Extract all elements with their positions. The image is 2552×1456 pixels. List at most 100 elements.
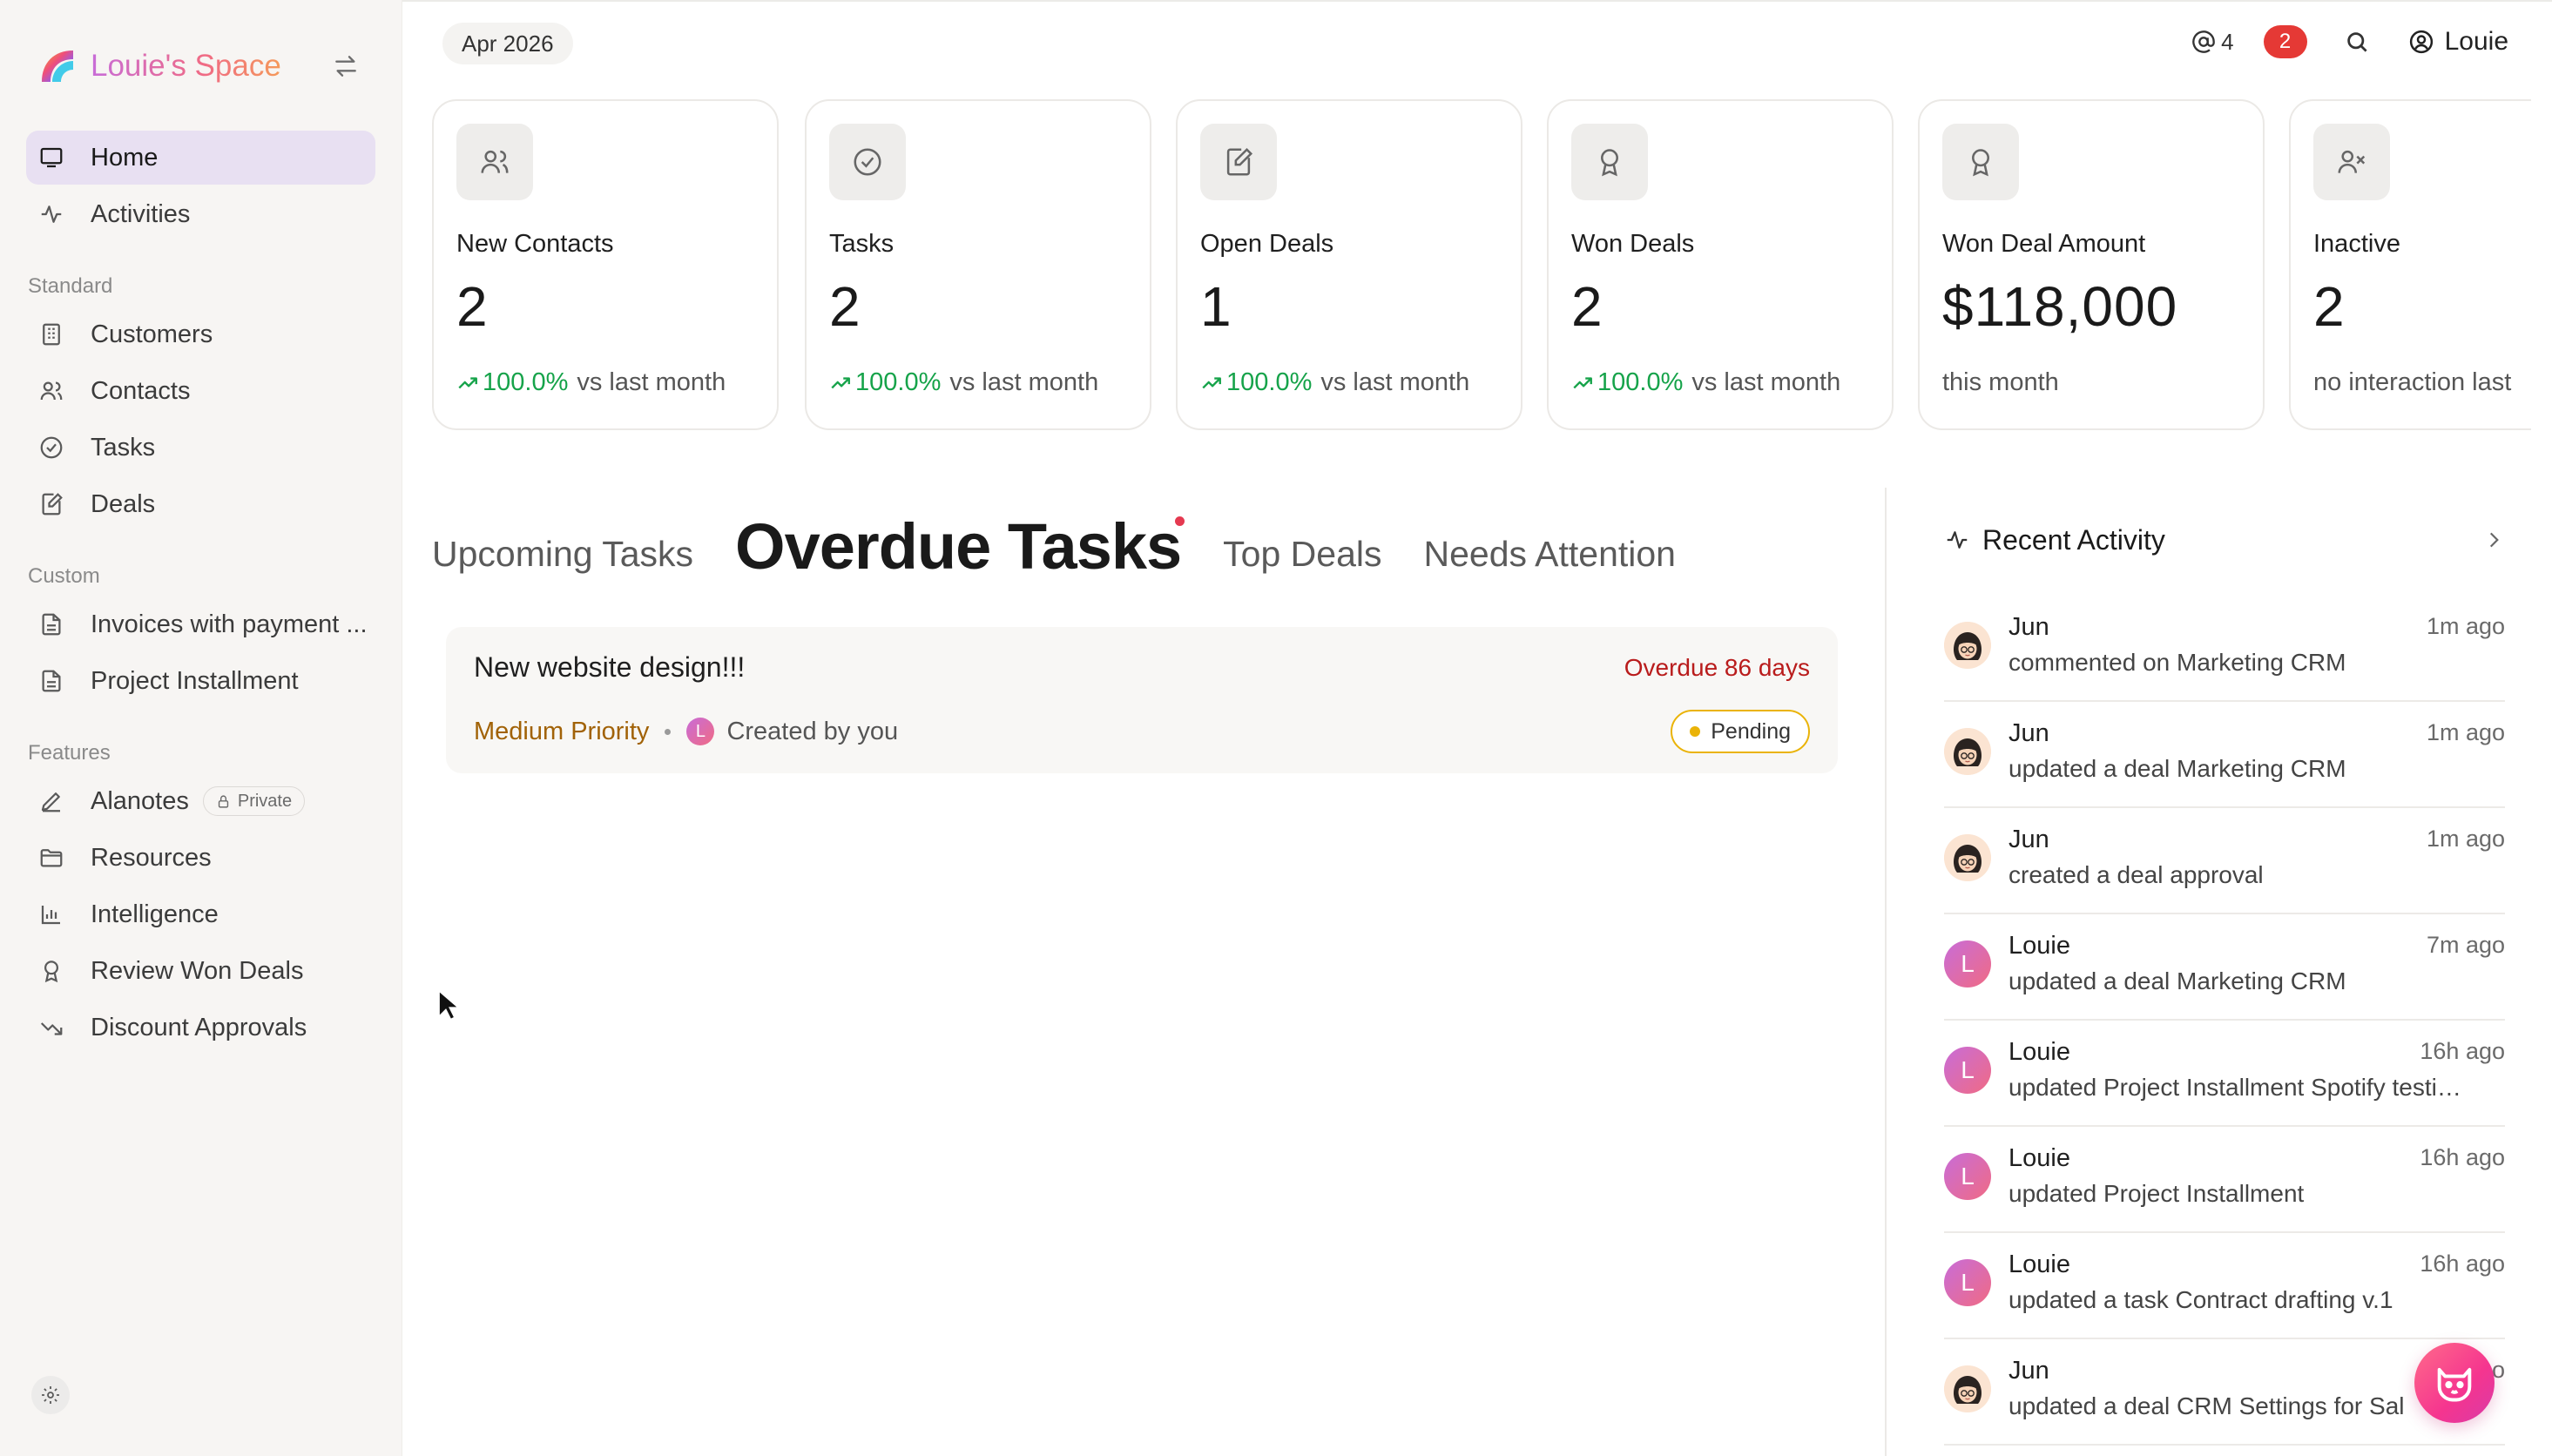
activity-time: 7m ago <box>2426 932 2505 958</box>
activity-item[interactable]: L Louie updated Project Installment 16h ago <box>1944 1127 2505 1233</box>
users-icon <box>481 150 509 173</box>
document-icon <box>42 670 61 692</box>
chevron-right-icon[interactable] <box>2482 529 2505 551</box>
task-title: New website design!!! <box>474 651 746 683</box>
tab-upcoming-tasks[interactable]: Upcoming Tasks <box>432 534 693 583</box>
sidebar-item-review-won-deals[interactable]: Review Won Deals <box>26 944 375 998</box>
search-icon[interactable] <box>2344 29 2370 55</box>
building-icon <box>43 323 60 346</box>
activity-description: commented on Marketing CRM <box>2009 649 2346 676</box>
pulse-icon <box>1947 531 1968 549</box>
sidebar-item-home[interactable]: Home <box>26 131 375 185</box>
card-suffix: vs last month <box>1320 368 1470 396</box>
sidebar-item-resources[interactable]: Resources <box>26 831 375 885</box>
card-value: 1 <box>1200 275 1232 338</box>
sidebar-item-invoices[interactable]: Invoices with payment ... <box>26 597 375 651</box>
activity-description: created a deal approval <box>2009 861 2264 888</box>
activity-item[interactable]: Jun updated a deal Marketing CRM 1m ago <box>1944 702 2505 808</box>
recent-activity-panel: Recent Activity Jun commented on Marketin… <box>1885 488 2552 1456</box>
activity-item[interactable]: L Louie updated a task Contract drafting v… <box>1944 1233 2505 1339</box>
brand-header: Louie's Space <box>26 35 375 98</box>
stat-cards: New Contacts 2 100.0% vs last month Task… <box>432 99 2531 430</box>
unread-dot <box>1175 516 1185 526</box>
jun-avatar-icon <box>1944 834 1991 881</box>
notifications-badge[interactable]: 2 <box>2263 25 2307 58</box>
sidebar-item-intelligence[interactable]: Intelligence <box>26 887 375 941</box>
card-percent: 100.0% <box>855 368 942 396</box>
swap-icon[interactable] <box>332 52 360 80</box>
status-badge[interactable]: Pending <box>1671 710 1810 753</box>
sidebar-item-discount-approvals[interactable]: Discount Approvals <box>26 1001 375 1055</box>
card-open-deals[interactable]: Open Deals 1 100.0% vs last month <box>1176 99 1522 430</box>
card-tasks[interactable]: Tasks 2 100.0% vs last month <box>805 99 1151 430</box>
sidebar-item-contacts[interactable]: Contacts <box>26 364 375 418</box>
user-menu[interactable]: Louie <box>2408 27 2508 57</box>
activity-time: 16h ago <box>2420 1250 2505 1277</box>
lock-icon <box>218 794 229 808</box>
card-inactive[interactable]: Inactive 2 no interaction last <box>2289 99 2531 430</box>
jun-avatar-icon <box>1944 1365 1991 1412</box>
card-suffix: no interaction last <box>2313 368 2512 396</box>
assistant-button[interactable] <box>2414 1343 2495 1423</box>
private-badge: Private <box>202 786 306 816</box>
card-title: Tasks <box>829 230 895 258</box>
sidebar-item-project-installment[interactable]: Project Installment <box>26 654 375 708</box>
activity-description: updated Project Installment <box>2009 1180 2305 1207</box>
avatar <box>1944 728 1991 775</box>
top-actions: 4 2 Louie <box>2191 19 2508 64</box>
recent-activity-header[interactable]: Recent Activity <box>1944 514 2505 566</box>
overdue-label: Overdue 86 days <box>1624 653 1810 681</box>
card-new-contacts[interactable]: New Contacts 2 100.0% vs last month <box>432 99 779 430</box>
brand-name: Louie's Space <box>91 49 281 83</box>
sidebar-item-deals[interactable]: Deals <box>26 477 375 531</box>
avatar <box>1944 834 1991 881</box>
edit-doc-icon <box>42 493 63 516</box>
sidebar-item-alanotes[interactable]: Alanotes Private <box>26 774 375 828</box>
sidebar-item-activities[interactable]: Activities <box>26 187 375 241</box>
avatar: L <box>1944 940 1991 988</box>
card-won-deal-amount[interactable]: Won Deal Amount $118,000 this month <box>1918 99 2265 430</box>
card-suffix: vs last month <box>949 368 1099 396</box>
document-icon <box>42 613 61 636</box>
tab-overdue-tasks[interactable]: Overdue Tasks <box>735 509 1185 583</box>
card-value: $118,000 <box>1942 275 2178 338</box>
card-won-deals[interactable]: Won Deals 2 100.0% vs last month <box>1547 99 1894 430</box>
task-card[interactable]: New website design!!! Overdue 86 days Me… <box>446 627 1838 773</box>
tab-top-deals[interactable]: Top Deals <box>1223 534 1381 583</box>
check-circle-icon <box>854 148 881 176</box>
settings-button[interactable] <box>31 1376 70 1414</box>
trend-up-icon <box>1573 376 1592 388</box>
priority-label: Medium Priority <box>474 717 650 745</box>
avatar: L <box>1944 1259 1991 1306</box>
user-name: Louie <box>2444 27 2508 56</box>
user-x-icon <box>2338 150 2366 173</box>
sidebar-item-tasks[interactable]: Tasks <box>26 421 375 475</box>
card-title: Won Deal Amount <box>1942 230 2146 258</box>
activity-description: updated Project Installment Spotify test… <box>2009 1074 2461 1101</box>
activity-item[interactable]: L Louie updated Project Installment Spotif… <box>1944 1021 2505 1127</box>
activity-item[interactable]: Jun created a deal approval 1m ago <box>1944 808 2505 914</box>
at-sign-icon <box>2192 30 2215 53</box>
card-value: 2 <box>829 275 861 338</box>
award-icon <box>1972 149 1989 177</box>
section-label-standard: Standard <box>28 274 113 298</box>
task-tabs: Upcoming Tasks Overdue Tasks Top Deals N… <box>432 488 1718 583</box>
trend-down-icon <box>40 1022 63 1035</box>
tab-needs-attention[interactable]: Needs Attention <box>1424 534 1676 583</box>
card-suffix: this month <box>1942 368 2059 396</box>
card-value: 2 <box>456 275 489 338</box>
sidebar-item-customers[interactable]: Customers <box>26 307 375 361</box>
check-circle-icon <box>40 436 63 459</box>
pulse-icon <box>41 206 62 223</box>
date-selector[interactable]: Apr 2026 <box>442 23 573 64</box>
mentions-button[interactable]: 4 <box>2191 29 2234 56</box>
activity-time: 1m ago <box>2426 613 2505 639</box>
folder-icon <box>40 849 63 867</box>
card-title: Won Deals <box>1571 230 1695 258</box>
card-percent: 100.0% <box>483 368 569 396</box>
avatar: L <box>1944 1153 1991 1200</box>
activity-item[interactable]: L Louie updated a deal Marketing CRM 7m ago <box>1944 914 2505 1021</box>
activity-item[interactable]: Jun commented on Marketing CRM 1m ago <box>1944 596 2505 702</box>
section-label-features: Features <box>28 741 111 765</box>
cat-face-icon <box>2437 1367 2472 1402</box>
